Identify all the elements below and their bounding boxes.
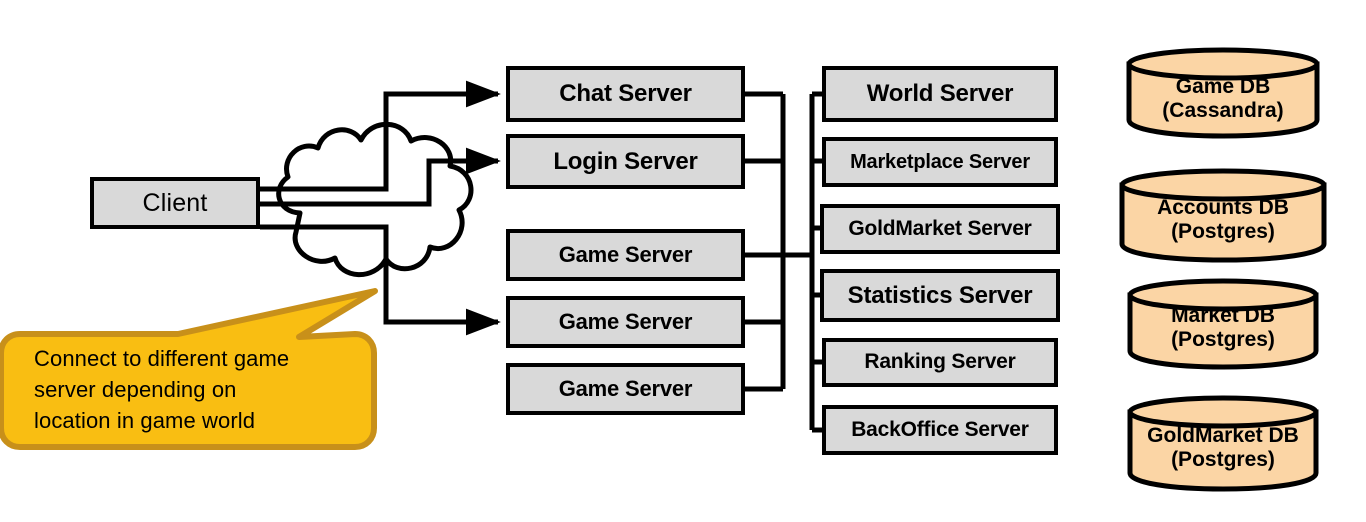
cylinder-icon bbox=[1126, 47, 1320, 139]
node-game-server-2[interactable]: Game Server bbox=[506, 296, 745, 348]
node-game-server-3[interactable]: Game Server bbox=[506, 363, 745, 415]
db-game[interactable]: Game DB (Cassandra) bbox=[1125, 46, 1321, 139]
wire-client-login bbox=[260, 147, 501, 207]
node-world-server-label: World Server bbox=[866, 80, 1014, 108]
node-login-server[interactable]: Login Server bbox=[506, 134, 745, 189]
node-statistics-server[interactable]: Statistics Server bbox=[820, 269, 1060, 322]
node-chat-server[interactable]: Chat Server bbox=[506, 66, 745, 122]
node-client-label: Client bbox=[142, 188, 208, 217]
node-login-server-label: Login Server bbox=[553, 147, 698, 175]
cylinder-icon bbox=[1119, 168, 1327, 263]
cylinder-icon bbox=[1127, 278, 1319, 370]
cylinder-icon bbox=[1127, 395, 1319, 492]
db-market[interactable]: Market DB (Postgres) bbox=[1126, 277, 1320, 370]
node-game-server-3-label: Game Server bbox=[558, 376, 693, 402]
node-goldmarket-server[interactable]: GoldMarket Server bbox=[820, 204, 1060, 254]
node-statistics-server-label: Statistics Server bbox=[847, 281, 1033, 309]
cloud-icon bbox=[276, 121, 474, 278]
node-game-server-2-label: Game Server bbox=[558, 309, 693, 335]
node-goldmarket-server-label: GoldMarket Server bbox=[848, 216, 1032, 240]
node-backoffice-server[interactable]: BackOffice Server bbox=[822, 405, 1058, 455]
node-marketplace-server[interactable]: Marketplace Server bbox=[822, 137, 1058, 187]
node-backoffice-server-label: BackOffice Server bbox=[851, 417, 1029, 441]
db-goldmarket[interactable]: GoldMarket DB (Postgres) bbox=[1126, 394, 1320, 492]
node-ranking-server-label: Ranking Server bbox=[864, 350, 1016, 374]
node-world-server[interactable]: World Server bbox=[822, 66, 1058, 122]
node-chat-server-label: Chat Server bbox=[559, 80, 692, 108]
node-marketplace-server-label: Marketplace Server bbox=[850, 150, 1030, 173]
node-game-server-1-label: Game Server bbox=[558, 242, 693, 268]
node-client[interactable]: Client bbox=[90, 177, 260, 229]
architecture-diagram: Client Chat Server Login Server Game Ser… bbox=[0, 0, 1366, 522]
callout-game-server-routing: Connect to different game server dependi… bbox=[0, 283, 385, 450]
db-accounts[interactable]: Accounts DB (Postgres) bbox=[1118, 167, 1328, 263]
node-ranking-server[interactable]: Ranking Server bbox=[822, 338, 1058, 387]
callout-shape bbox=[0, 288, 378, 450]
wire-client-chat bbox=[260, 80, 501, 192]
node-game-server-1[interactable]: Game Server bbox=[506, 229, 745, 281]
